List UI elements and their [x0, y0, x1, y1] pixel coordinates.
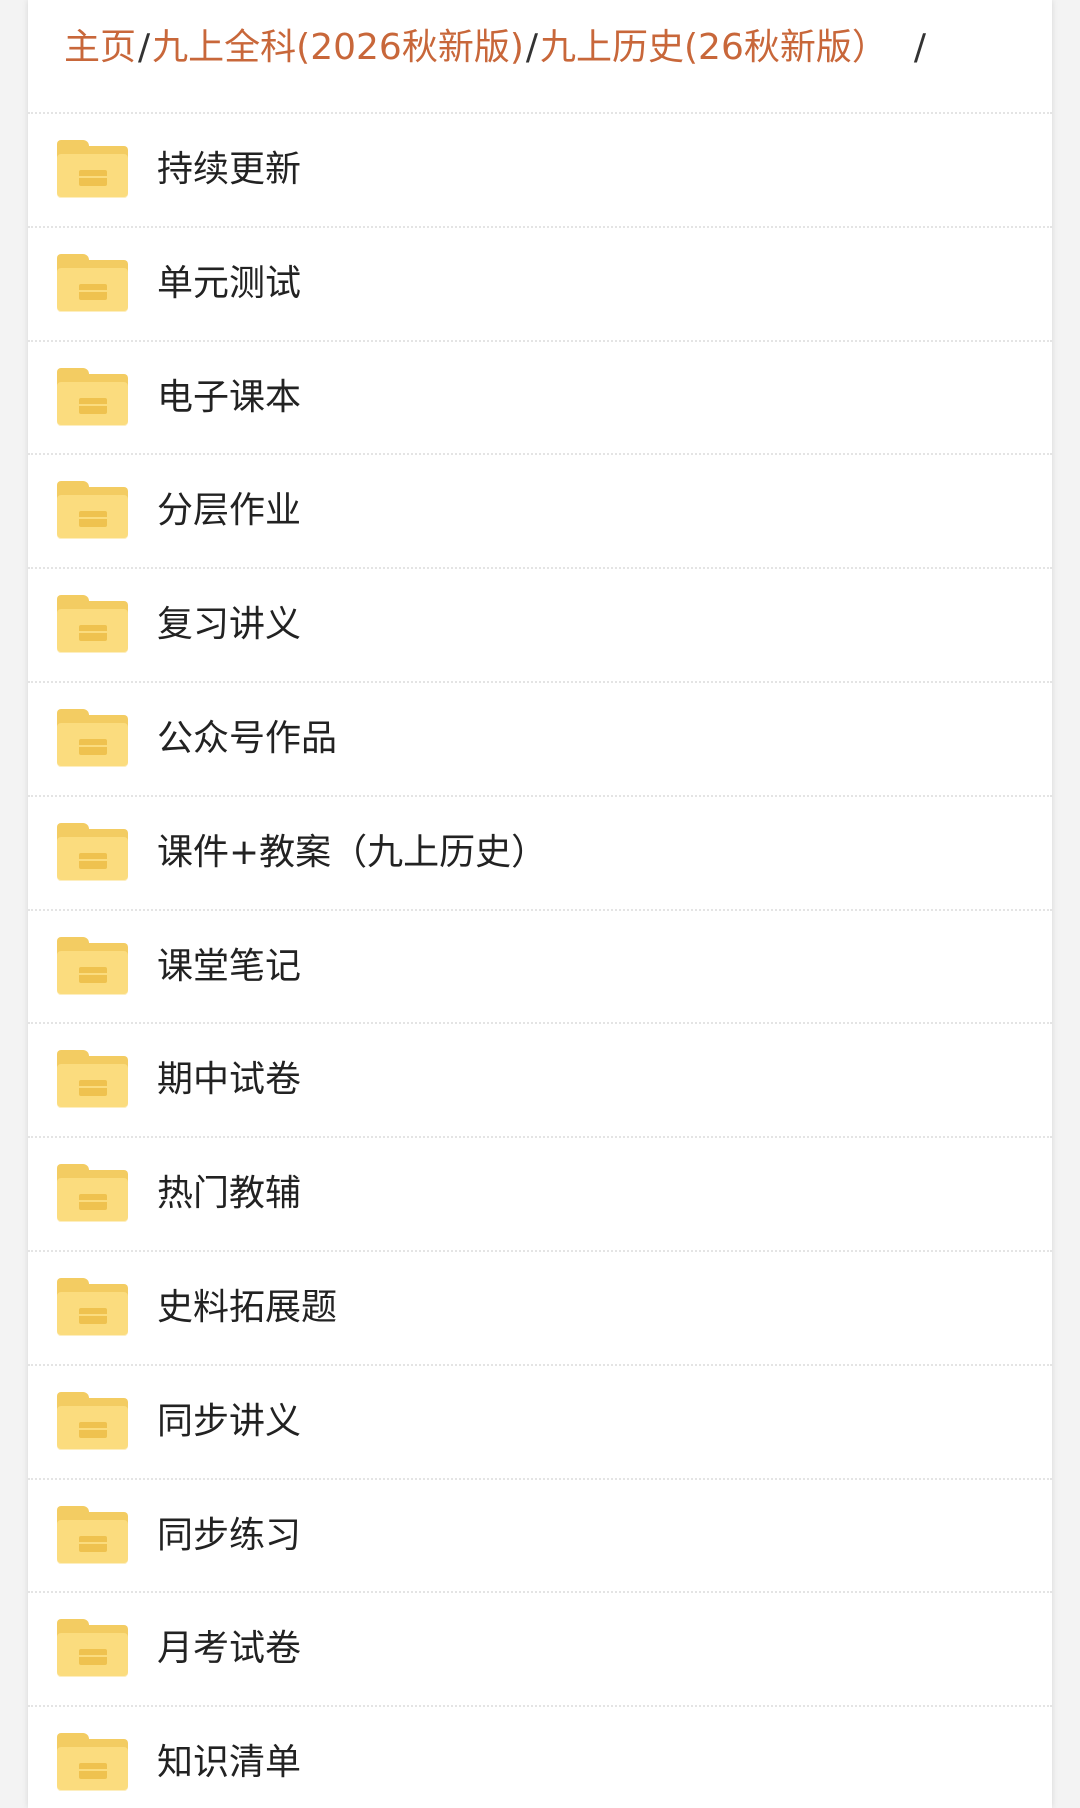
folder-label: 公众号作品 — [157, 717, 338, 759]
folder-icon — [57, 1733, 128, 1792]
folder-icon — [57, 481, 128, 540]
folder-label: 知识清单 — [157, 1742, 302, 1784]
breadcrumb-level2-link[interactable]: 九上历史(26秋新版） — [540, 27, 888, 68]
folder-icon — [57, 253, 128, 312]
folder-item[interactable]: 史料拓展题 — [28, 1252, 1052, 1366]
folder-item[interactable]: 同步讲义 — [28, 1366, 1052, 1480]
folder-label: 复习讲义 — [157, 604, 302, 646]
folder-icon — [57, 1619, 128, 1678]
folder-label: 热门教辅 — [157, 1173, 302, 1215]
folder-item[interactable]: 月考试卷 — [28, 1593, 1052, 1708]
folder-icon — [57, 1391, 128, 1450]
folder-item[interactable]: 课件+教案（九上历史） — [28, 797, 1052, 911]
folder-icon — [57, 595, 128, 654]
folder-icon — [57, 936, 128, 995]
folder-icon — [57, 140, 128, 198]
breadcrumb: 主页/九上全科(2026秋新版)/九上历史(26秋新版） / — [28, 0, 1052, 114]
folder-icon — [57, 1050, 128, 1109]
folder-item[interactable]: 公众号作品 — [28, 683, 1052, 797]
folder-item[interactable]: 分层作业 — [28, 455, 1052, 570]
folder-item[interactable]: 热门教辅 — [28, 1138, 1052, 1252]
folder-item[interactable]: 同步练习 — [28, 1480, 1052, 1594]
folder-item[interactable]: 单元测试 — [28, 228, 1052, 342]
folder-label: 同步讲义 — [157, 1400, 302, 1442]
folder-item[interactable]: 期中试卷 — [28, 1024, 1052, 1139]
folder-label: 同步练习 — [157, 1514, 302, 1556]
folder-icon — [57, 1164, 128, 1223]
folder-label: 史料拓展题 — [157, 1286, 338, 1328]
breadcrumb-level1-link[interactable]: 九上全科(2026秋新版) — [152, 27, 524, 68]
folder-icon — [57, 367, 128, 426]
breadcrumb-separator: / — [525, 27, 539, 68]
folder-item[interactable]: 复习讲义 — [28, 569, 1052, 683]
folder-label: 单元测试 — [157, 262, 302, 304]
folder-icon — [57, 708, 128, 767]
breadcrumb-separator: / — [138, 27, 151, 68]
folder-list: 持续更新 单元测试 电子课本 分层作业 复习讲义 公众号作品 课件+教案（九上历… — [28, 114, 1052, 1808]
folder-icon — [57, 1277, 128, 1336]
folder-label: 持续更新 — [157, 149, 302, 190]
file-browser-panel: 主页/九上全科(2026秋新版)/九上历史(26秋新版） / 持续更新 单元测试 … — [28, 0, 1052, 1808]
breadcrumb-home-link[interactable]: 主页 — [64, 27, 136, 68]
folder-label: 月考试卷 — [157, 1628, 302, 1670]
folder-item[interactable]: 电子课本 — [28, 342, 1052, 456]
folder-item[interactable]: 知识清单 — [28, 1707, 1052, 1808]
folder-item[interactable]: 持续更新 — [28, 114, 1052, 228]
folder-icon — [57, 1505, 128, 1564]
folder-label: 期中试卷 — [157, 1059, 302, 1101]
folder-label: 课件+教案（九上历史） — [157, 831, 548, 873]
folder-label: 课堂笔记 — [157, 945, 302, 987]
folder-item[interactable]: 课堂笔记 — [28, 911, 1052, 1025]
breadcrumb-separator: / — [913, 27, 927, 68]
folder-icon — [57, 822, 128, 881]
folder-label: 电子课本 — [157, 376, 302, 418]
folder-label: 分层作业 — [157, 490, 302, 532]
